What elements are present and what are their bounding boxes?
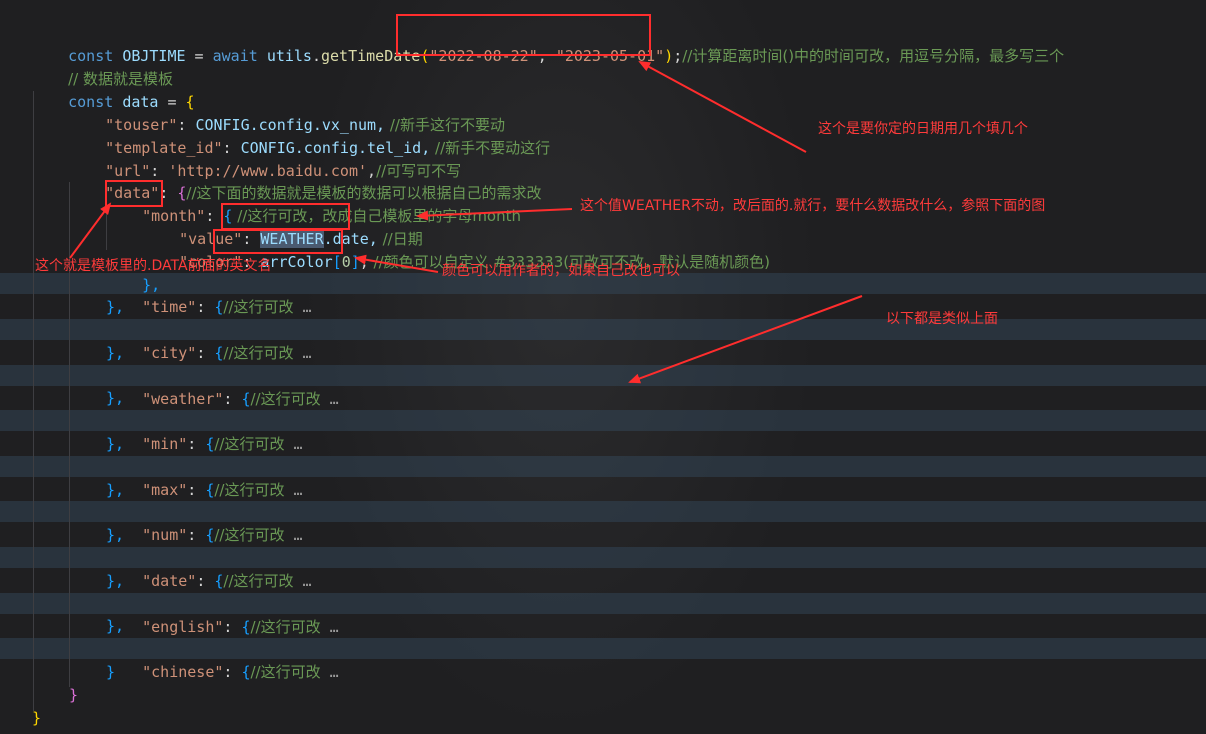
annotation-similar: 以下都是类似上面 xyxy=(886,311,998,327)
annotation-arrows xyxy=(69,61,863,384)
arrow-to-month xyxy=(69,202,112,259)
arrow-to-weather xyxy=(416,208,573,221)
annotation-month: 这个就是模板里的.DATA前面的英文名 xyxy=(35,258,272,274)
annotation-dates: 这个是要你定的日期用几个填几个 xyxy=(818,121,1028,137)
arrow-to-folded xyxy=(628,295,863,384)
annotation-weather: 这个值WEATHER不动，改后面的.就行，要什么数据改什么，参照下面的图 xyxy=(580,198,1046,214)
arrow-to-dates xyxy=(638,61,807,153)
arrow-to-color xyxy=(354,254,439,273)
annotation-color: 颜色可以用作者的，如果自己改也可以 xyxy=(442,263,680,279)
